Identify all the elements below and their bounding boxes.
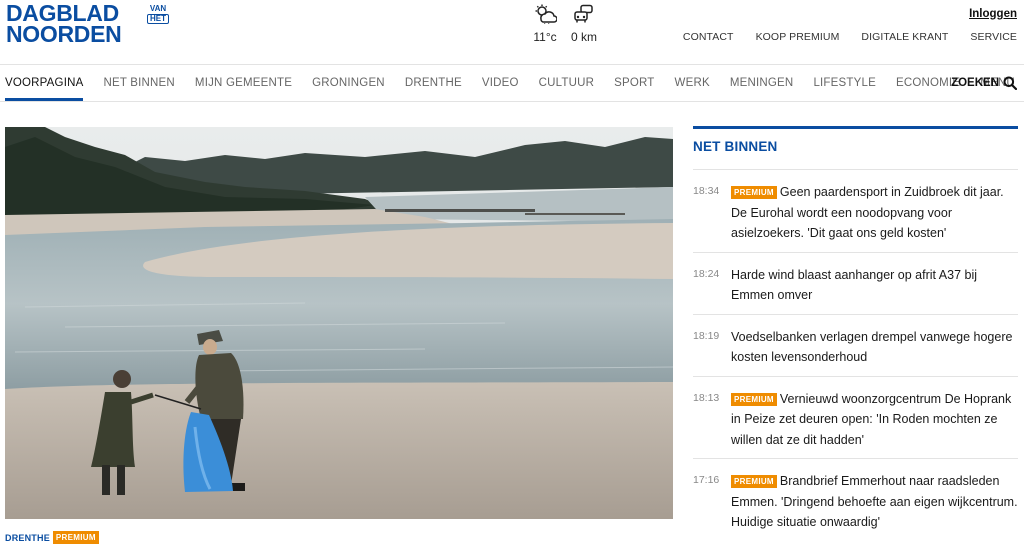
- news-text-wrap: Voedselbanken verlagen drempel vanwege h…: [731, 327, 1018, 368]
- beach-photo: [5, 127, 673, 519]
- search-button[interactable]: ZOEKEN: [951, 65, 1017, 101]
- nav-item-video[interactable]: VIDEO: [482, 65, 519, 101]
- net-binnen-sidebar: NET BINNEN 18:34 PREMIUM Geen paardenspor…: [693, 126, 1018, 541]
- nav-item-voorpagina[interactable]: VOORPAGINA: [5, 65, 84, 101]
- news-time: 17:16: [693, 474, 720, 486]
- service-link[interactable]: SERVICE: [970, 31, 1017, 43]
- news-item[interactable]: 18:34 PREMIUM Geen paardensport in Zuidbr…: [693, 170, 1018, 253]
- traffic-jam-icon: [574, 4, 593, 23]
- premium-badge: PREMIUM: [731, 186, 777, 199]
- traffic-value: 0 km: [570, 30, 597, 44]
- premium-badge: PREMIUM: [731, 392, 777, 406]
- nav-item-mijn-gemeente[interactable]: MIJN GEMEENTE: [195, 65, 292, 101]
- nav-item-lifestyle[interactable]: LIFESTYLE: [813, 65, 876, 101]
- news-text-wrap: Harde wind blaast aanhanger op afrit A37…: [731, 265, 1018, 306]
- logo-wordmark: DAGBLAD NOORDEN: [6, 2, 122, 47]
- news-text-wrap: PREMIUM Geen paardensport in Zuidbroek di…: [731, 182, 1018, 244]
- login-link[interactable]: Inloggen: [969, 8, 1017, 20]
- weather-widget[interactable]: 11°c: [529, 4, 561, 44]
- news-headline[interactable]: Harde wind blaast aanhanger op afrit A37…: [731, 268, 977, 303]
- news-item[interactable]: 18:24 Harde wind blaast aanhanger op afr…: [693, 253, 1018, 315]
- news-headline[interactable]: Voedselbanken verlagen drempel vanwege h…: [731, 330, 1012, 365]
- news-item[interactable]: 18:19 Voedselbanken verlagen drempel van…: [693, 315, 1018, 377]
- logo-het: HET: [147, 14, 169, 24]
- news-time: 18:24: [693, 267, 720, 280]
- logo-line-2: NOORDEN: [6, 21, 122, 47]
- hero-caption[interactable]: DRENTHE PREMIUM: [5, 531, 99, 544]
- hero-image[interactable]: [5, 127, 673, 519]
- hero-category[interactable]: DRENTHE: [5, 533, 50, 543]
- news-time: 18:13: [693, 391, 720, 404]
- digitale-krant-link[interactable]: DIGITALE KRANT: [861, 31, 948, 43]
- sidebar-top-bar: [693, 126, 1018, 129]
- main-nav: VOORPAGINA NET BINNEN MIJN GEMEENTE GRON…: [5, 65, 1024, 101]
- logo-van: VAN: [149, 4, 167, 13]
- header-links: CONTACT KOOP PREMIUM DIGITALE KRANT SERV…: [683, 31, 1017, 43]
- site-logo[interactable]: DAGBLAD NOORDEN VAN HET: [6, 2, 176, 48]
- nav-item-cultuur[interactable]: CULTUUR: [539, 65, 595, 101]
- nav-item-groningen[interactable]: GRONINGEN: [312, 65, 385, 101]
- premium-badge: PREMIUM: [731, 475, 777, 488]
- nav-item-meningen[interactable]: MENINGEN: [730, 65, 794, 101]
- nav-item-werk[interactable]: WERK: [675, 65, 710, 101]
- koop-premium-link[interactable]: KOOP PREMIUM: [756, 31, 840, 43]
- cloud-sun-rain-icon: [535, 4, 557, 24]
- nav-divider: [0, 101, 1024, 102]
- nav-item-sport[interactable]: SPORT: [614, 65, 654, 101]
- sidebar-title[interactable]: NET BINNEN: [693, 139, 1018, 170]
- nav-item-drenthe[interactable]: DRENTHE: [405, 65, 462, 101]
- traffic-widget[interactable]: 0 km: [564, 4, 604, 44]
- news-item[interactable]: 18:13 PREMIUM Vernieuwd woonzorgcentrum D…: [693, 377, 1018, 459]
- logo-van-het: VAN HET: [147, 4, 169, 24]
- temperature-value: 11°c: [533, 30, 557, 44]
- search-label: ZOEKEN: [951, 77, 999, 89]
- nav-item-net-binnen[interactable]: NET BINNEN: [103, 65, 174, 101]
- news-item[interactable]: 17:16 PREMIUM Brandbrief Emmerhout naar r…: [693, 459, 1018, 541]
- news-text-wrap: PREMIUM Vernieuwd woonzorgcentrum De Hopr…: [731, 389, 1018, 451]
- premium-badge: PREMIUM: [52, 531, 99, 544]
- contact-link[interactable]: CONTACT: [683, 31, 734, 43]
- news-time: 18:34: [693, 185, 720, 197]
- news-time: 18:19: [693, 329, 720, 342]
- news-text-wrap: PREMIUM Brandbrief Emmerhout naar raadsle…: [731, 471, 1018, 533]
- search-icon: [1003, 76, 1017, 90]
